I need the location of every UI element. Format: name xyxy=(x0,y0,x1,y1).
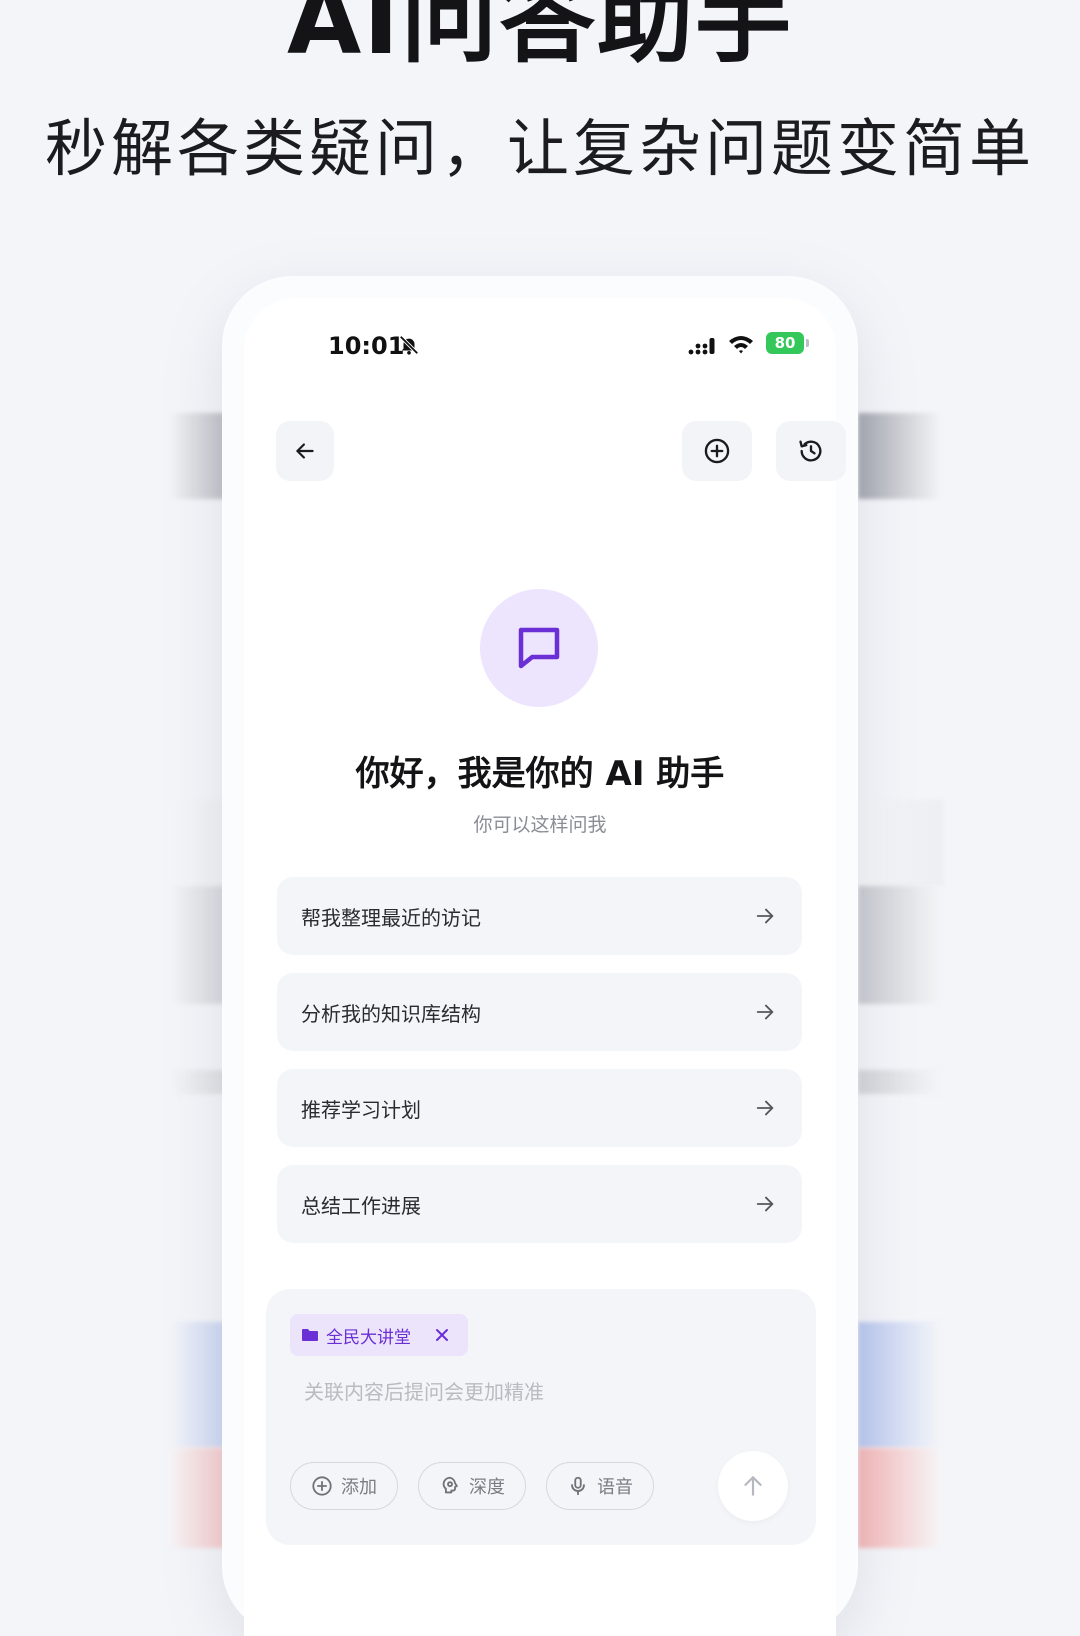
suggestion-item[interactable]: 分析我的知识库结构 xyxy=(277,973,802,1051)
history-button[interactable] xyxy=(776,421,846,481)
microphone-icon xyxy=(571,1476,585,1496)
add-button[interactable]: 添加 xyxy=(290,1462,398,1510)
suggestion-label: 帮我整理最近的访记 xyxy=(301,905,481,930)
suggestion-item[interactable]: 总结工作进展 xyxy=(277,1165,802,1243)
arrow-right-icon xyxy=(756,1100,774,1116)
suggestion-list: 帮我整理最近的访记 分析我的知识库结构 推荐学习计划 总结工作进展 xyxy=(277,877,802,1261)
status-time: 10:01 xyxy=(328,332,405,360)
battery-indicator: 80 xyxy=(766,332,804,354)
close-icon[interactable] xyxy=(434,1327,450,1343)
background-card xyxy=(858,1322,943,1448)
status-bar: 10:01 80 xyxy=(244,298,836,388)
greeting-hint: 你可以这样问我 xyxy=(473,814,607,836)
suggestion-label: 分析我的知识库结构 xyxy=(301,1001,481,1026)
app-screen: 10:01 80 你好，我是你的 AI 助手 你可以这样问我 帮我整理最近的访记… xyxy=(244,298,846,1636)
arrow-left-icon xyxy=(296,443,314,459)
arrow-right-icon xyxy=(756,1004,774,1020)
message-square-icon xyxy=(518,627,560,669)
voice-button[interactable]: 语音 xyxy=(546,1462,654,1510)
suggestion-item[interactable]: 帮我整理最近的访记 xyxy=(277,877,802,955)
add-button-label: 添加 xyxy=(341,1477,377,1498)
send-button[interactable] xyxy=(718,1451,788,1521)
voice-button-label: 语音 xyxy=(597,1477,633,1498)
battery-level: 80 xyxy=(774,334,796,352)
background-card xyxy=(858,800,943,888)
new-chat-button[interactable] xyxy=(682,421,752,481)
plus-circle-icon xyxy=(312,1476,332,1496)
history-icon xyxy=(799,440,822,462)
battery-tip xyxy=(806,339,809,347)
arrow-right-icon xyxy=(756,1196,774,1212)
plus-circle-icon xyxy=(704,438,730,464)
deep-mode-button[interactable]: 深度 xyxy=(418,1462,526,1510)
deep-mode-label: 深度 xyxy=(469,1477,505,1498)
arrow-right-icon xyxy=(756,908,774,924)
arrow-up-icon xyxy=(744,1476,762,1496)
context-chip[interactable]: 全民大讲堂 xyxy=(290,1314,468,1356)
background-card xyxy=(858,1070,943,1094)
cellular-signal-icon xyxy=(688,338,715,355)
background-card xyxy=(858,886,943,1004)
assistant-avatar xyxy=(480,589,598,707)
suggestion-label: 总结工作进展 xyxy=(301,1193,421,1218)
suggestion-label: 推荐学习计划 xyxy=(301,1097,421,1122)
hero-title: AI问答助手 xyxy=(286,0,793,76)
wifi-icon xyxy=(729,336,753,354)
background-card xyxy=(858,413,943,499)
phone-frame: 10:01 80 你好，我是你的 AI 助手 你可以这样问我 帮我整理最近的访记… xyxy=(222,276,858,1636)
suggestion-item[interactable]: 推荐学习计划 xyxy=(277,1069,802,1147)
bell-muted-icon xyxy=(399,335,419,355)
question-input[interactable] xyxy=(302,1379,776,1405)
composer-panel: 全民大讲堂 添加 深度 xyxy=(266,1289,816,1545)
hero-subtitle: 秒解各类疑问，让复杂问题变简单 xyxy=(44,112,1035,185)
background-card xyxy=(858,1448,943,1548)
back-button[interactable] xyxy=(276,421,334,481)
brain-icon xyxy=(442,1476,458,1494)
folder-icon xyxy=(302,1329,318,1341)
context-chip-label: 全民大讲堂 xyxy=(326,1327,411,1348)
greeting-title: 你好，我是你的 AI 助手 xyxy=(355,754,725,794)
